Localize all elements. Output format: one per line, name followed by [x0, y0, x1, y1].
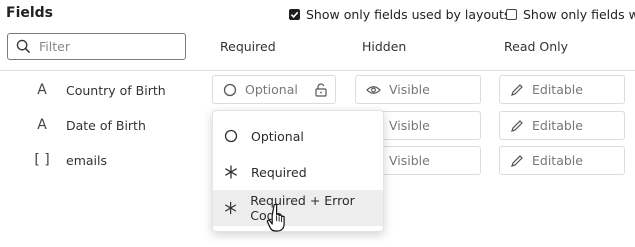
read-only-value: Editable	[532, 82, 583, 97]
hand-pointer-cursor-icon	[266, 203, 285, 232]
filter-input[interactable]: Filter	[7, 33, 186, 60]
menu-item-required[interactable]: Required	[213, 154, 383, 190]
text-type-icon: A	[37, 117, 47, 133]
unlock-icon	[315, 83, 327, 97]
search-icon	[16, 39, 31, 54]
asterisk-icon	[225, 201, 237, 215]
asterisk-icon	[225, 165, 237, 179]
checkbox-unchecked[interactable]	[506, 9, 517, 20]
required-dropdown-menu: Optional Required Required + Error Code	[212, 110, 384, 232]
list-type-icon: [ ]	[34, 152, 50, 168]
circle-icon	[224, 129, 238, 143]
menu-item-required-error-code[interactable]: Required + Error Code	[213, 190, 383, 226]
filter-other-option[interactable]: Show only fields with	[506, 7, 635, 22]
text-type-icon: A	[37, 82, 47, 98]
pencil-icon	[511, 119, 523, 132]
field-row-label: A Country of Birth	[32, 82, 166, 98]
hidden-select[interactable]: Visible	[355, 75, 481, 104]
eye-icon	[366, 85, 381, 94]
required-select[interactable]: Optional	[212, 75, 336, 104]
menu-item-optional[interactable]: Optional	[213, 118, 383, 154]
filter-placeholder: Filter	[39, 39, 70, 54]
column-header-read-only: Read Only	[504, 39, 569, 54]
pencil-icon	[511, 154, 523, 167]
read-only-select[interactable]: Editable	[499, 75, 625, 104]
read-only-select[interactable]: Editable	[499, 111, 625, 140]
required-value: Optional	[245, 82, 298, 97]
field-name: Country of Birth	[66, 82, 166, 98]
hidden-value: Visible	[389, 82, 430, 97]
read-only-value: Editable	[532, 118, 583, 133]
hidden-value: Visible	[389, 118, 430, 133]
checkbox-label: Show only fields used by layouts	[306, 7, 511, 22]
menu-item-label: Optional	[251, 128, 304, 144]
column-header-hidden: Hidden	[362, 39, 407, 54]
circle-icon	[223, 83, 237, 96]
menu-item-label: Required	[251, 164, 307, 180]
read-only-value: Editable	[532, 153, 583, 168]
header-divider	[0, 70, 635, 71]
field-name: emails	[66, 152, 107, 168]
field-row-label: A Date of Birth	[32, 117, 146, 133]
page-title: Fields	[6, 5, 54, 21]
field-name: Date of Birth	[66, 117, 146, 133]
filter-layouts-option[interactable]: Show only fields used by layouts	[289, 7, 510, 22]
checkbox-checked[interactable]	[289, 9, 300, 20]
pencil-icon	[511, 83, 523, 96]
read-only-select[interactable]: Editable	[499, 146, 625, 175]
hidden-value: Visible	[389, 153, 430, 168]
checkbox-label: Show only fields with	[523, 7, 635, 22]
field-row-label: [ ] emails	[32, 152, 107, 168]
column-header-required: Required	[220, 39, 276, 54]
